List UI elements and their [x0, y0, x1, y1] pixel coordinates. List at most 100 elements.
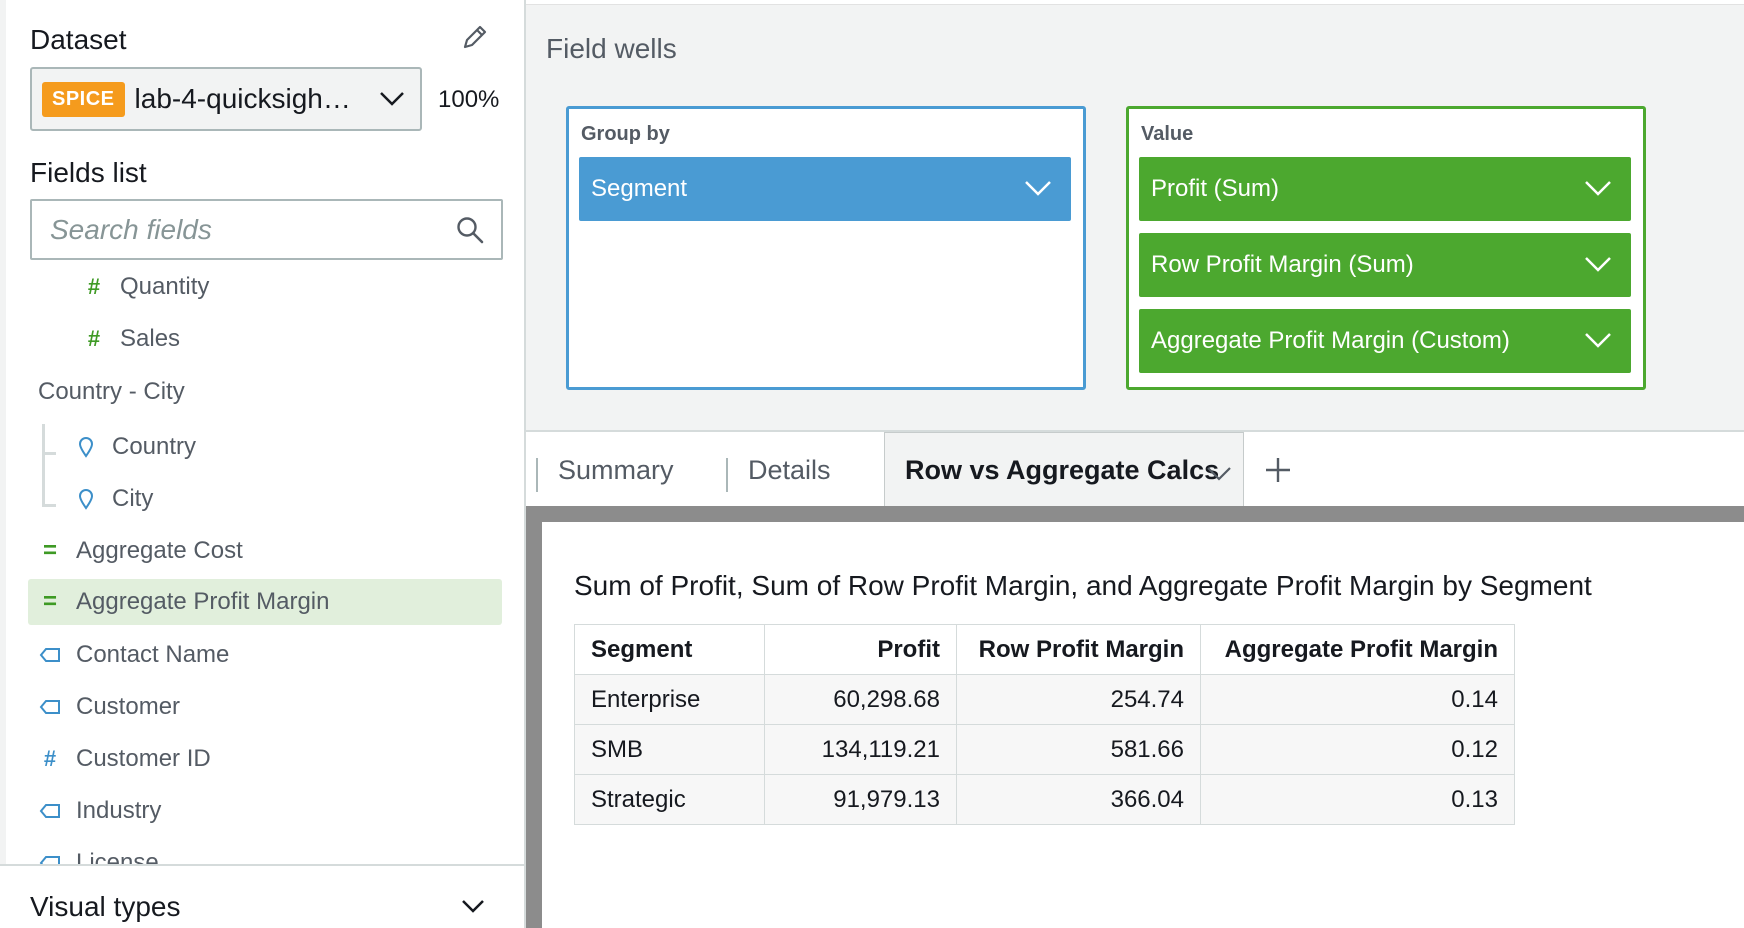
visual-types-label: Visual types: [30, 891, 181, 922]
chevron-down-icon[interactable]: [460, 896, 486, 916]
tree-connector: [42, 424, 45, 506]
table-visual[interactable]: Sum of Profit, Sum of Row Profit Margin,…: [542, 522, 1744, 928]
value-well[interactable]: Value Profit (Sum) Row Profit Margin (Su…: [1126, 106, 1646, 390]
field-customer-id[interactable]: # Customer ID: [32, 736, 211, 782]
spice-badge: SPICE: [42, 81, 125, 117]
column-header[interactable]: Aggregate Profit Margin: [1200, 624, 1515, 675]
chevron-down-icon: [380, 92, 404, 106]
value-label: Value: [1141, 123, 1194, 145]
sheet-canvas: Sum of Profit, Sum of Row Profit Margin,…: [526, 506, 1744, 928]
table-cell: 254.74: [956, 674, 1201, 725]
table-cell: 366.04: [956, 774, 1201, 825]
dimension-tag-icon: [32, 699, 68, 715]
tree-connector: [42, 504, 56, 507]
calculated-field-icon: =: [42, 588, 57, 615]
column-header[interactable]: Row Profit Margin: [956, 624, 1201, 675]
tab-divider: [536, 458, 538, 492]
pill-label: Segment: [591, 175, 688, 202]
chevron-down-icon: [1585, 257, 1611, 272]
tab-summary[interactable]: Summary: [558, 432, 674, 508]
group-by-label: Group by: [581, 123, 670, 145]
value-field-profit-sum[interactable]: Profit (Sum): [1139, 157, 1631, 221]
field-aggregate-profit-margin[interactable]: = Aggregate Profit Margin: [28, 579, 502, 625]
spice-usage: 100%: [438, 86, 500, 113]
field-sales[interactable]: # Sales: [76, 316, 180, 362]
table-cell: 0.12: [1200, 724, 1515, 775]
field-quantity[interactable]: # Quantity: [76, 264, 210, 310]
field-aggregate-cost[interactable]: = Aggregate Cost: [32, 528, 502, 574]
sheet-tabs: Summary Details Row vs Aggregate Calcs: [526, 430, 1744, 508]
dataset-selector[interactable]: SPICE lab-4-quicksigh…: [30, 67, 422, 131]
field-label: Contact Name: [76, 641, 230, 668]
field-label: Customer ID: [76, 745, 211, 772]
chevron-down-icon: [1025, 181, 1051, 196]
field-contact-name[interactable]: Contact Name: [32, 632, 229, 678]
table-row: Enterprise 60,298.68 254.74 0.14: [574, 674, 1515, 725]
measure-hash-icon: #: [87, 326, 101, 351]
add-sheet-icon[interactable]: [1260, 452, 1296, 488]
search-icon[interactable]: [455, 215, 485, 245]
chevron-down-icon[interactable]: [1205, 463, 1233, 483]
table-cell: 581.66: [956, 724, 1201, 775]
field-label: Aggregate Cost: [76, 537, 243, 564]
field-label: Industry: [76, 797, 162, 824]
dimension-tag-icon: [32, 647, 68, 663]
table-cell: 134,119.21: [764, 724, 957, 775]
value-field-aggregate-profit-margin[interactable]: Aggregate Profit Margin (Custom): [1139, 309, 1631, 373]
table-cell: 0.14: [1200, 674, 1515, 725]
geo-pin-icon: [68, 436, 104, 458]
table-row: Strategic 91,979.13 366.04 0.13: [574, 774, 1515, 825]
field-label: Aggregate Profit Margin: [76, 588, 330, 615]
field-customer[interactable]: Customer: [32, 684, 180, 730]
visual-title: Sum of Profit, Sum of Row Profit Margin,…: [574, 570, 1592, 601]
field-label: City: [112, 485, 154, 512]
tab-label: Row vs Aggregate Calcs: [905, 455, 1220, 485]
pill-label: Profit (Sum): [1151, 175, 1280, 202]
tree-connector: [42, 452, 56, 455]
tab-details[interactable]: Details: [748, 432, 831, 508]
data-table: Segment Profit Row Profit Margin Aggrega…: [574, 624, 1515, 825]
search-fields-box: [30, 199, 503, 260]
dimension-hash-icon: #: [43, 746, 57, 771]
field-label: Quantity: [120, 273, 210, 300]
tab-row-vs-aggregate-calcs[interactable]: Row vs Aggregate Calcs: [884, 432, 1244, 508]
tab-divider: [726, 458, 728, 492]
edit-dataset-icon[interactable]: [458, 20, 492, 54]
pill-label: Row Profit Margin (Sum): [1151, 251, 1414, 278]
field-country[interactable]: Country: [68, 424, 196, 470]
table-cell: Enterprise: [574, 674, 765, 725]
search-input[interactable]: [50, 213, 430, 247]
data-pane: Dataset SPICE lab-4-quicksigh… 100% Fiel…: [0, 0, 526, 928]
visual-types-section[interactable]: Visual types: [0, 864, 524, 928]
dataset-header: Dataset: [30, 24, 127, 55]
group-by-well[interactable]: Group by Segment: [566, 106, 1086, 390]
chevron-down-icon: [1585, 333, 1611, 348]
field-label: Sales: [120, 325, 181, 352]
geo-pin-icon: [68, 488, 104, 510]
fields-list-title: Fields list: [30, 157, 147, 188]
column-header[interactable]: Segment: [574, 624, 765, 675]
field-city[interactable]: City: [68, 476, 153, 522]
table-header-row: Segment Profit Row Profit Margin Aggrega…: [574, 624, 1515, 675]
field-label: Customer: [76, 693, 181, 720]
pill-label: Aggregate Profit Margin (Custom): [1151, 327, 1510, 354]
dataset-name: lab-4-quicksigh…: [134, 83, 351, 114]
table-cell: Strategic: [574, 774, 765, 825]
value-field-row-profit-margin[interactable]: Row Profit Margin (Sum): [1139, 233, 1631, 297]
table-cell: SMB: [574, 724, 765, 775]
measure-hash-icon: #: [87, 274, 101, 299]
field-wells-title: Field wells: [546, 33, 677, 64]
group-by-field-segment[interactable]: Segment: [579, 157, 1071, 221]
table-cell: 91,979.13: [764, 774, 957, 825]
field-label: Country: [112, 433, 197, 460]
column-header[interactable]: Profit: [764, 624, 957, 675]
table-cell: 60,298.68: [764, 674, 957, 725]
hierarchy-country-city[interactable]: Country - City: [38, 378, 185, 406]
dimension-tag-icon: [32, 803, 68, 819]
field-wells-panel: Field wells Group by Segment Value Profi…: [526, 4, 1744, 430]
quicksight-analysis-editor: Dataset SPICE lab-4-quicksigh… 100% Fiel…: [0, 0, 1744, 928]
field-industry[interactable]: Industry: [32, 788, 161, 834]
chevron-down-icon: [1585, 181, 1611, 196]
table-cell: 0.13: [1200, 774, 1515, 825]
calculated-field-icon: =: [42, 537, 57, 564]
